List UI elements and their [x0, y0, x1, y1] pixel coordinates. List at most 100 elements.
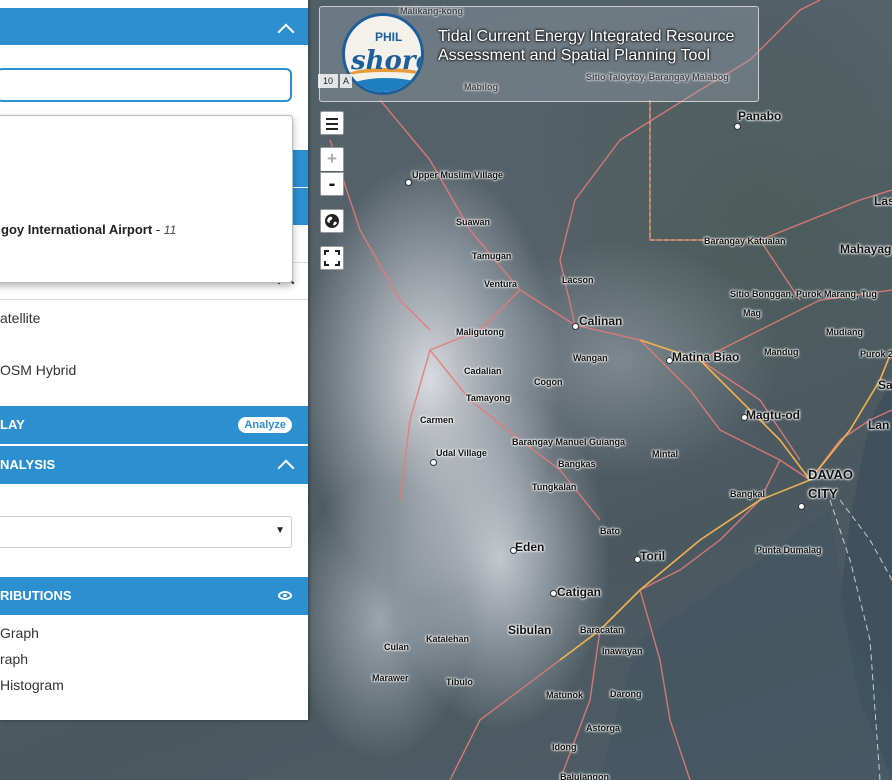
- map-label: Cogon: [534, 377, 563, 387]
- map-label: Bangkas: [558, 459, 596, 469]
- map-label: Panabo: [738, 109, 782, 123]
- side-panel: atellite OSM Hybrid LAY Analyze NALYSIS …: [0, 0, 308, 720]
- map-label: Matina Biao: [672, 350, 740, 364]
- map-label: Bangkal: [730, 489, 766, 499]
- basemap-option-osm-hybrid[interactable]: OSM Hybrid: [0, 362, 76, 378]
- chevron-up-icon[interactable]: [277, 23, 295, 41]
- map-label: Lan: [868, 418, 890, 432]
- airport-marker: [798, 503, 805, 510]
- fullscreen-button[interactable]: [320, 246, 344, 270]
- map-label: Katalehan: [426, 634, 470, 644]
- menu-icon-bar: [326, 123, 338, 125]
- scale-label-b: A: [340, 74, 352, 88]
- place-marker: [741, 414, 748, 421]
- distributions-panel-header[interactable]: RIBUTIONS: [0, 577, 308, 615]
- distribution-item-graph[interactable]: Graph: [0, 625, 39, 641]
- map-label: Sa: [878, 378, 892, 392]
- map-label: Carmen: [420, 415, 454, 425]
- place-marker: [510, 547, 517, 554]
- map-label: Las: [874, 194, 892, 208]
- zoom-in-button[interactable]: +: [320, 147, 344, 171]
- map-label: Tibulo: [446, 677, 473, 687]
- distribution-item-histogram[interactable]: Histogram: [0, 677, 64, 693]
- philshore-logo: PHIL shore: [342, 13, 424, 95]
- map-label: Suawan: [456, 217, 491, 227]
- map-label: Tamayong: [466, 393, 511, 403]
- zoom-out-button[interactable]: -: [320, 172, 344, 196]
- place-marker: [550, 590, 557, 597]
- place-marker: [572, 323, 579, 330]
- map-label: Balulangon: [560, 772, 609, 780]
- map-label: Upper Muslim Village: [412, 170, 503, 180]
- map-label: Darong: [610, 689, 642, 699]
- map-label: Punta Dumalag: [756, 545, 822, 555]
- map-label: Mudiang: [826, 327, 863, 337]
- map-label: Sibulan: [508, 623, 552, 637]
- map-label: CITY: [808, 486, 838, 501]
- distribution-item-graph-2[interactable]: raph: [0, 651, 28, 667]
- logo-text-main: shore: [351, 46, 421, 76]
- map-label: Tamugan: [472, 251, 512, 261]
- map-label: Mintal: [652, 449, 678, 459]
- search-results-dropdown: goy International Airport - 11: [0, 115, 293, 283]
- layers-menu-button[interactable]: [320, 111, 344, 135]
- analysis-panel-header[interactable]: NALYSIS: [0, 446, 308, 484]
- search-result-item[interactable]: goy International Airport - 11: [1, 222, 176, 237]
- overlay-panel-header[interactable]: LAY Analyze: [0, 406, 308, 444]
- map-label: Cadalian: [464, 366, 502, 376]
- map-label: Culan: [384, 642, 410, 652]
- map-label: Barangay Katualan: [704, 236, 786, 246]
- fullscreen-icon: [324, 250, 340, 266]
- map-label: Sitio Bonggan, Purok Marang, Tug: [730, 289, 877, 299]
- eye-icon[interactable]: [278, 591, 292, 600]
- map-label: DAVAO: [808, 467, 854, 482]
- map-label: Idong: [552, 742, 577, 752]
- scale-label: 10: [318, 74, 338, 88]
- search-panel-header[interactable]: [0, 8, 308, 45]
- analyze-button[interactable]: Analyze: [238, 417, 292, 433]
- globe-icon: [325, 214, 339, 228]
- caret-down-icon: ▼: [275, 525, 285, 536]
- search-result-name: goy International Airport: [1, 222, 153, 237]
- map-label: Inawayan: [602, 646, 643, 656]
- search-input[interactable]: [0, 68, 292, 102]
- map-label: Mandug: [764, 347, 799, 357]
- map-label: Maligutong: [456, 327, 504, 337]
- map-sea: [832, 380, 892, 780]
- map-label: Calinan: [579, 314, 623, 328]
- place-marker: [734, 123, 741, 130]
- basemap-option-satellite[interactable]: atellite: [0, 310, 40, 326]
- search-result-distance: 11: [163, 223, 177, 237]
- map-label: Udal Village: [436, 448, 487, 458]
- globe-button[interactable]: [320, 209, 344, 233]
- logo-text-top: PHIL: [375, 30, 403, 44]
- map-label: Toril: [640, 549, 666, 563]
- place-marker: [634, 556, 641, 563]
- map-label: Catigan: [557, 585, 602, 599]
- app-title: Tidal Current Energy Integrated Resource…: [438, 28, 735, 64]
- search-result-separator: -: [155, 222, 161, 237]
- map-label: Lacson: [562, 275, 594, 285]
- place-marker: [666, 357, 673, 364]
- map-label: Wangan: [573, 353, 608, 363]
- map-label: Baracatan: [580, 625, 624, 635]
- map-label: Bato: [600, 526, 620, 536]
- app-title-box: PHIL shore Tidal Current Energy Integrat…: [319, 6, 759, 102]
- map-label: Matunok: [546, 690, 583, 700]
- chevron-up-icon[interactable]: [277, 459, 295, 477]
- place-marker: [430, 459, 437, 466]
- map-label: Astorga: [586, 723, 621, 733]
- map-label: Purok 2: [860, 349, 892, 359]
- map-label: Mag: [743, 308, 761, 318]
- map-label: Tungkalan: [532, 482, 577, 492]
- map-label: Eden: [515, 540, 545, 554]
- place-marker: [405, 179, 412, 186]
- map-label: Magtu-od: [746, 408, 800, 422]
- analysis-select[interactable]: ▼: [0, 516, 292, 548]
- menu-icon-bar: [326, 128, 338, 130]
- overlay-panel-title: LAY: [0, 417, 25, 432]
- analysis-panel-title: NALYSIS: [0, 457, 56, 472]
- distributions-panel-title: RIBUTIONS: [0, 588, 72, 603]
- menu-icon-bar: [326, 118, 338, 120]
- map-label: Barangay Manuel Guianga: [512, 437, 626, 447]
